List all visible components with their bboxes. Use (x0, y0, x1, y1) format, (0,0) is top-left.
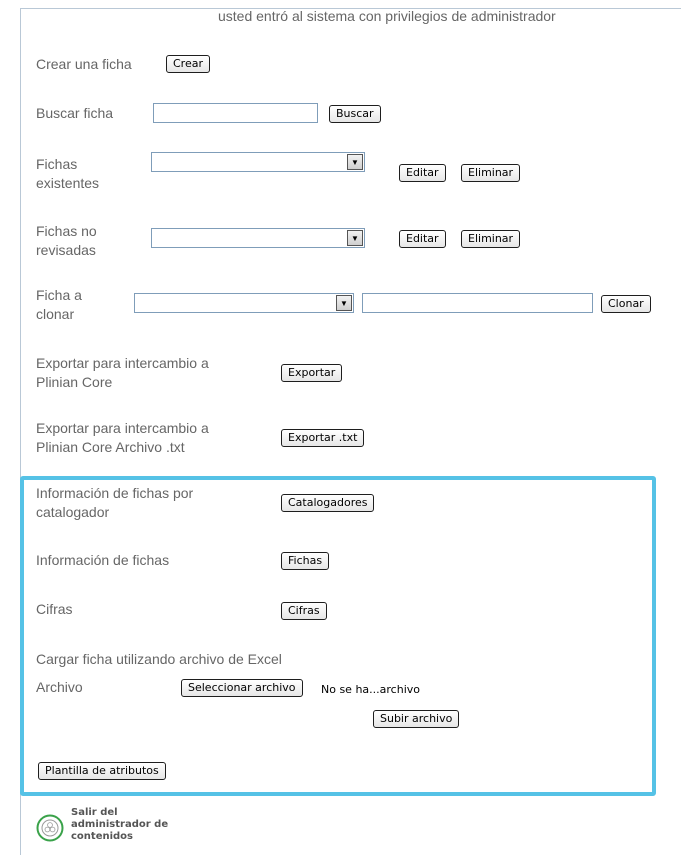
file-status: No se ha...archivo (321, 683, 420, 696)
clonar-input[interactable] (362, 293, 593, 313)
existentes-delete-button[interactable]: Eliminar (461, 164, 521, 182)
plantilla-button[interactable]: Plantilla de atributos (38, 762, 166, 780)
catalogadores-label-1: Información de fichas por (36, 485, 194, 501)
clonar-label-2: clonar (36, 306, 75, 322)
existentes-edit-button[interactable]: Editar (399, 164, 446, 182)
logout-link[interactable]: Salir del administrador de contenidos (71, 807, 191, 843)
exportar-label-1: Exportar para intercambio a (36, 355, 209, 371)
exportar-label-2: Plinian Core (36, 374, 113, 390)
catalogadores-button[interactable]: Catalogadores (281, 494, 375, 512)
search-input[interactable] (153, 103, 318, 123)
cifras-button[interactable]: Cifras (281, 602, 327, 620)
crear-label: Crear una ficha (36, 56, 132, 72)
clonar-select[interactable]: ▼ (134, 293, 354, 313)
exportar-txt-label-1: Exportar para intercambio a (36, 420, 209, 436)
clonar-label-1: Ficha a (36, 287, 82, 303)
crear-button[interactable]: Crear (166, 55, 210, 73)
no-revisadas-select[interactable]: ▼ (151, 228, 365, 248)
clonar-button[interactable]: Clonar (601, 295, 651, 313)
no-revisadas-delete-button[interactable]: Eliminar (461, 230, 521, 248)
file-label: Archivo (36, 679, 83, 695)
logout-line-3: contenidos (71, 831, 134, 842)
existentes-label-1: Fichas (36, 156, 78, 172)
no-revisadas-label-2: revisadas (36, 242, 96, 258)
buscar-button[interactable]: Buscar (329, 105, 381, 123)
chevron-down-icon: ▼ (347, 154, 363, 170)
existentes-select[interactable]: ▼ (151, 152, 365, 172)
buscar-label: Buscar ficha (36, 105, 114, 121)
upload-file-button[interactable]: Subir archivo (373, 710, 460, 728)
no-revisadas-edit-button[interactable]: Editar (399, 230, 446, 248)
fichas-info-label: Información de fichas (36, 552, 170, 568)
power-icon[interactable] (36, 814, 64, 842)
exportar-button[interactable]: Exportar (281, 364, 343, 382)
no-revisadas-label-1: Fichas no (36, 223, 97, 239)
existentes-label-2: existentes (36, 175, 100, 191)
exportar-txt-label-2: Plinian Core Archivo .txt (36, 439, 185, 455)
logout-line-1: Salir del (71, 807, 118, 818)
excel-heading: Cargar ficha utilizando archivo de Excel (36, 651, 282, 667)
catalogadores-label-2: catalogador (36, 504, 110, 520)
chevron-down-icon: ▼ (347, 230, 363, 246)
exportar-txt-button[interactable]: Exportar .txt (281, 429, 365, 447)
logout-line-2: administrador de (71, 819, 169, 830)
chevron-down-icon: ▼ (336, 295, 352, 311)
fichas-button[interactable]: Fichas (281, 552, 330, 570)
cifras-label: Cifras (36, 601, 73, 617)
select-file-button[interactable]: Seleccionar archivo (181, 679, 303, 697)
admin-notice: usted entró al sistema con privilegios d… (218, 8, 556, 24)
highlight-box (20, 476, 656, 796)
